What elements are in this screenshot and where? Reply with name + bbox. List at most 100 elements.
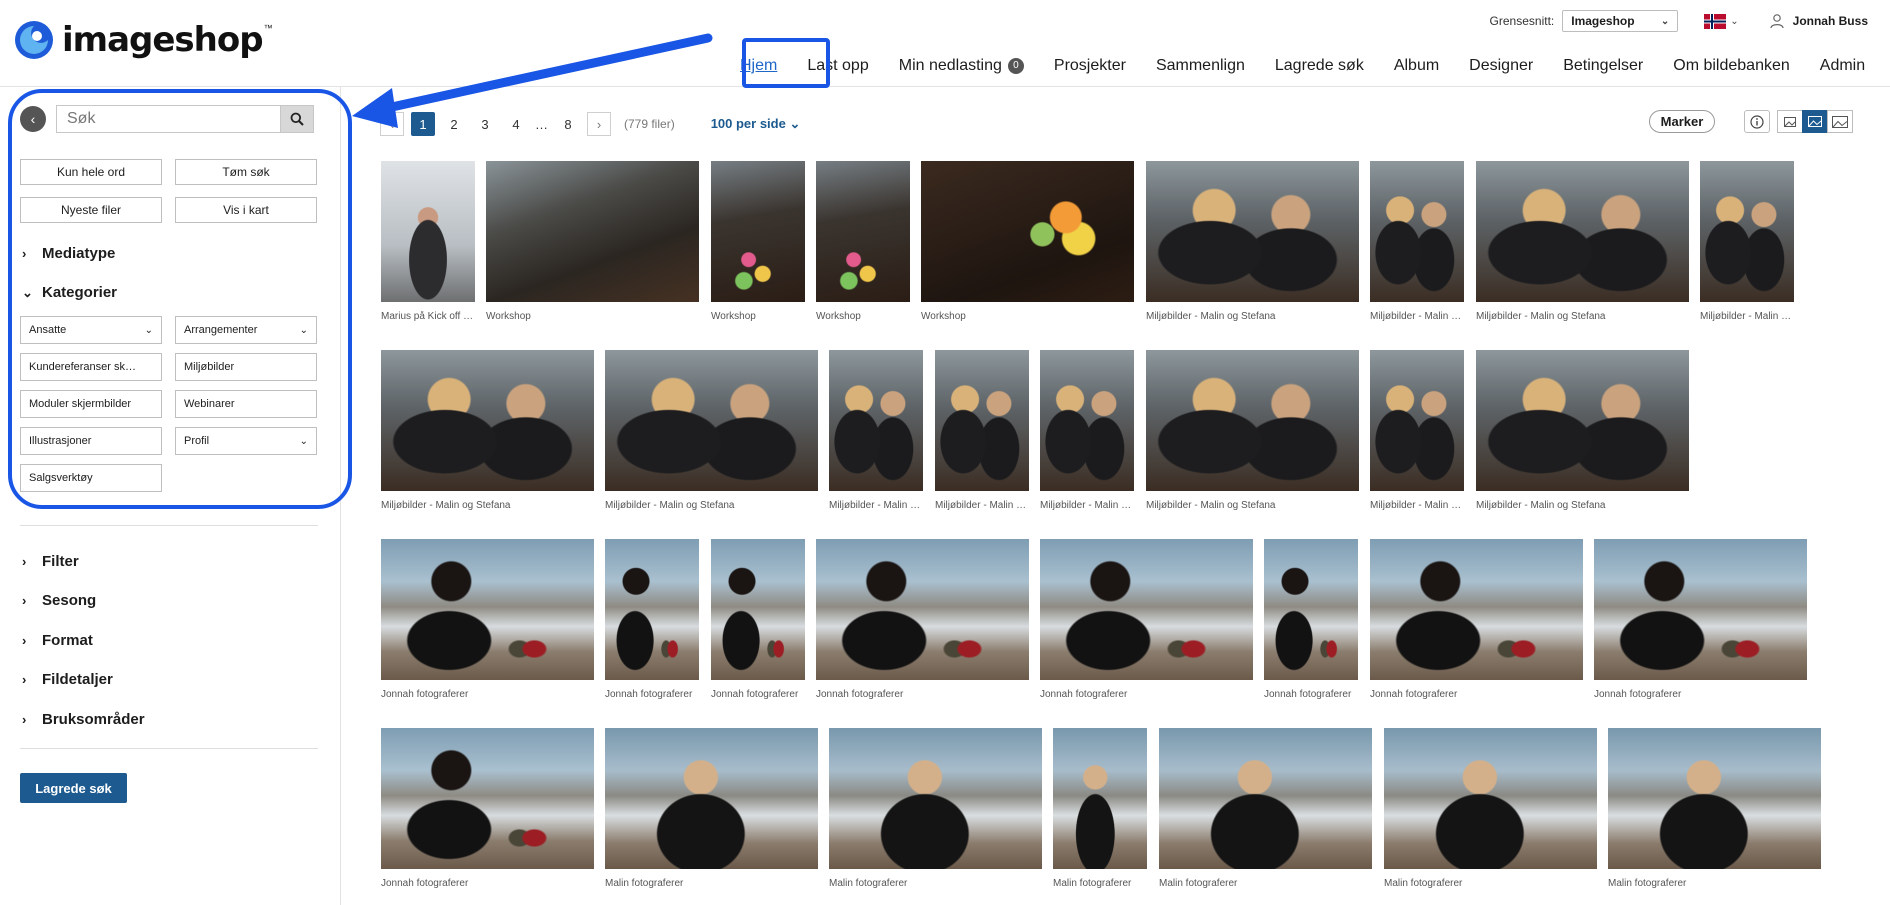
large-thumbnails-button[interactable] — [1827, 110, 1853, 133]
thumbnail-card[interactable]: Miljøbilder - Malin … — [1700, 161, 1794, 322]
thumbnail-image[interactable] — [816, 161, 910, 302]
nav-item-betingelser[interactable]: Betingelser — [1563, 57, 1643, 75]
thumbnail-image[interactable] — [381, 161, 475, 302]
language-selector[interactable]: ⌄ — [1704, 13, 1739, 29]
small-thumbnails-button[interactable] — [1777, 110, 1803, 133]
thumbnail-image[interactable] — [829, 728, 1042, 869]
thumbnail-card[interactable]: Miljøbilder - Malin … — [935, 350, 1029, 511]
nav-item-label: Min nedlasting — [898, 57, 1002, 74]
info-view-button[interactable] — [1744, 110, 1770, 133]
thumbnail-card[interactable]: Jonnah fotograferer — [1370, 539, 1583, 700]
thumbnail-image[interactable] — [1053, 728, 1147, 869]
thumbnail-card[interactable]: Jonnah fotograferer — [1594, 539, 1807, 700]
thumbnail-card[interactable]: Malin fotograferer — [1608, 728, 1821, 889]
nav-item-album[interactable]: Album — [1394, 57, 1439, 75]
thumbnail-card[interactable]: Miljøbilder - Malin og Stefana — [1146, 161, 1359, 322]
thumbnail-image[interactable] — [829, 350, 923, 491]
thumbnail-card[interactable]: Workshop — [816, 161, 910, 322]
thumbnail-card[interactable]: Miljøbilder - Malin og Stefana — [605, 350, 818, 511]
thumbnail-image[interactable] — [711, 539, 805, 680]
thumbnail-card[interactable]: Miljøbilder - Malin … — [1040, 350, 1134, 511]
thumbnail-image[interactable] — [1476, 350, 1689, 491]
section-filter[interactable]: › Filter — [22, 553, 79, 570]
nav-item-sammenlign[interactable]: Sammenlign — [1156, 57, 1245, 75]
thumbnail-card[interactable]: Malin fotograferer — [605, 728, 818, 889]
logo-mark-icon — [15, 21, 53, 59]
thumbnail-card[interactable]: Jonnah fotograferer — [605, 539, 699, 700]
thumbnail-image[interactable] — [921, 161, 1134, 302]
per-page-select[interactable]: 100 per side ⌄ — [711, 116, 801, 132]
thumbnail-card[interactable]: Miljøbilder - Malin … — [1370, 161, 1464, 322]
thumbnail-image[interactable] — [605, 728, 818, 869]
thumbnail-card[interactable]: Miljøbilder - Malin og Stefana — [381, 350, 594, 511]
thumbnail-image[interactable] — [1040, 539, 1253, 680]
section-format[interactable]: › Format — [22, 632, 93, 649]
user-icon — [1770, 14, 1784, 29]
page-1-button[interactable]: 1 — [411, 112, 435, 136]
page-4-button[interactable]: 4 — [504, 112, 528, 136]
thumbnail-card[interactable]: Miljøbilder - Malin og Stefana — [1476, 350, 1689, 511]
prev-page-button[interactable]: ‹ — [380, 112, 404, 136]
imageshop-logo[interactable]: imageshop ™ — [14, 20, 273, 60]
thumbnail-image[interactable] — [1370, 539, 1583, 680]
section-fildetaljer[interactable]: › Fildetaljer — [22, 671, 113, 688]
thumbnail-card[interactable]: Miljøbilder - Malin og Stefana — [1146, 350, 1359, 511]
interface-select[interactable]: Imageshop ⌄ — [1562, 10, 1679, 32]
thumbnail-image[interactable] — [1264, 539, 1358, 680]
thumbnail-card[interactable]: Miljøbilder - Malin … — [1370, 350, 1464, 511]
thumbnail-card[interactable]: Miljøbilder - Malin og Stefana — [1476, 161, 1689, 322]
nav-item-min-nedlasting[interactable]: Min nedlasting 0 — [899, 57, 1024, 75]
thumbnail-card[interactable]: Marius på Kick off … — [381, 161, 475, 322]
thumbnail-image[interactable] — [486, 161, 699, 302]
thumbnail-card[interactable]: Malin fotograferer — [1384, 728, 1597, 889]
thumbnail-image[interactable] — [816, 539, 1029, 680]
thumbnail-image[interactable] — [1476, 161, 1689, 302]
thumbnail-card[interactable]: Jonnah fotograferer — [1040, 539, 1253, 700]
user-menu[interactable]: Jonnah Buss — [1769, 13, 1868, 29]
thumbnail-image[interactable] — [605, 539, 699, 680]
page-3-button[interactable]: 3 — [473, 112, 497, 136]
thumbnail-card[interactable]: Malin fotograferer — [829, 728, 1042, 889]
thumbnail-image[interactable] — [1700, 161, 1794, 302]
thumbnail-image[interactable] — [1159, 728, 1372, 869]
thumbnail-image[interactable] — [381, 728, 594, 869]
thumbnail-card[interactable]: Malin fotograferer — [1053, 728, 1147, 889]
thumbnail-image[interactable] — [1384, 728, 1597, 869]
thumbnail-card[interactable]: Jonnah fotograferer — [711, 539, 805, 700]
thumbnail-image[interactable] — [1370, 350, 1464, 491]
thumbnail-image[interactable] — [605, 350, 818, 491]
result-count: (779 filer) — [624, 117, 675, 131]
thumbnail-card[interactable]: Jonnah fotograferer — [1264, 539, 1358, 700]
thumbnail-image[interactable] — [1146, 161, 1359, 302]
thumbnail-image[interactable] — [1040, 350, 1134, 491]
thumbnail-card[interactable]: Workshop — [711, 161, 805, 322]
thumbnail-card[interactable]: Jonnah fotograferer — [381, 728, 594, 889]
thumbnail-image[interactable] — [1146, 350, 1359, 491]
thumbnail-image[interactable] — [1608, 728, 1821, 869]
thumbnail-image[interactable] — [1594, 539, 1807, 680]
nav-item-designer[interactable]: Designer — [1469, 57, 1533, 75]
nav-item-admin[interactable]: Admin — [1820, 57, 1865, 75]
thumbnail-card[interactable]: Malin fotograferer — [1159, 728, 1372, 889]
nav-item-prosjekter[interactable]: Prosjekter — [1054, 57, 1126, 75]
thumbnail-card[interactable]: Jonnah fotograferer — [381, 539, 594, 700]
section-bruksomrader[interactable]: › Bruksområder — [22, 711, 145, 728]
thumbnail-image[interactable] — [381, 539, 594, 680]
nav-item-om-bildebanken[interactable]: Om bildebanken — [1673, 57, 1790, 75]
nav-item-lagrede-sok[interactable]: Lagrede søk — [1275, 57, 1364, 75]
section-sesong[interactable]: › Sesong — [22, 592, 96, 609]
next-page-button[interactable]: › — [587, 112, 611, 136]
thumbnail-image[interactable] — [711, 161, 805, 302]
thumbnail-card[interactable]: Jonnah fotograferer — [816, 539, 1029, 700]
thumbnail-card[interactable]: Miljøbilder - Malin … — [829, 350, 923, 511]
thumbnail-image[interactable] — [935, 350, 1029, 491]
select-mode-button[interactable]: Marker — [1649, 110, 1715, 133]
saved-searches-button[interactable]: Lagrede søk — [20, 773, 127, 803]
thumbnail-card[interactable]: Workshop — [921, 161, 1134, 322]
medium-thumbnails-button[interactable] — [1802, 110, 1828, 133]
page-8-button[interactable]: 8 — [556, 112, 580, 136]
thumbnail-card[interactable]: Workshop — [486, 161, 699, 322]
thumbnail-image[interactable] — [381, 350, 594, 491]
thumbnail-image[interactable] — [1370, 161, 1464, 302]
page-2-button[interactable]: 2 — [442, 112, 466, 136]
